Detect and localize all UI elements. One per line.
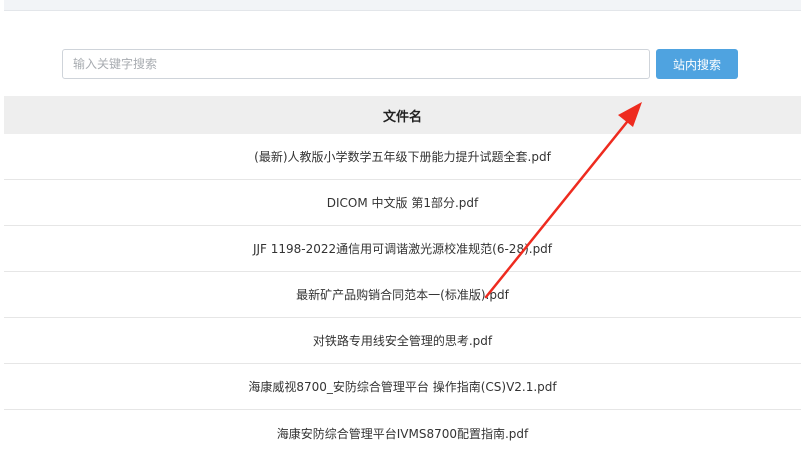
page: 站内搜索 文件名 (最新)人教版小学数学五年级下册能力提升试题全套.pdf DI…	[0, 0, 801, 452]
file-table: 文件名 (最新)人教版小学数学五年级下册能力提升试题全套.pdf DICOM 中…	[4, 96, 801, 452]
top-bar	[4, 0, 801, 11]
table-row[interactable]: 最新矿产品购销合同范本一(标准版).pdf	[4, 272, 801, 318]
search-input[interactable]	[62, 49, 650, 79]
table-row[interactable]: 海康安防综合管理平台IVMS8700配置指南.pdf	[4, 410, 801, 452]
site-search-button[interactable]: 站内搜索	[656, 49, 738, 79]
table-row[interactable]: 海康威视8700_安防综合管理平台 操作指南(CS)V2.1.pdf	[4, 364, 801, 410]
table-row[interactable]: DICOM 中文版 第1部分.pdf	[4, 180, 801, 226]
search-bar: 站内搜索	[62, 49, 738, 79]
column-header-filename: 文件名	[4, 96, 801, 134]
table-row[interactable]: JJF 1198-2022通信用可调谐激光源校准规范(6-28).pdf	[4, 226, 801, 272]
table-row[interactable]: 对铁路专用线安全管理的思考.pdf	[4, 318, 801, 364]
table-row[interactable]: (最新)人教版小学数学五年级下册能力提升试题全套.pdf	[4, 134, 801, 180]
